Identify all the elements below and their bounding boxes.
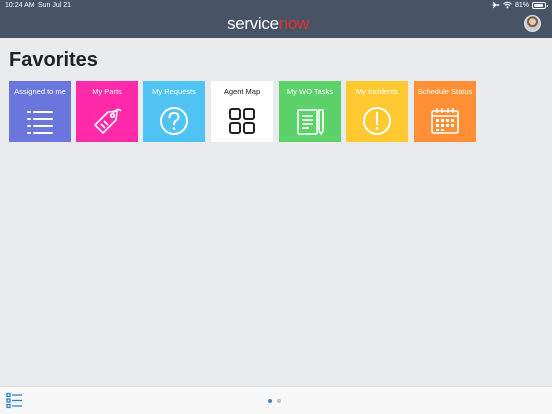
list-menu-icon[interactable] bbox=[6, 392, 23, 409]
tile-my-parts[interactable]: My Parts bbox=[76, 81, 138, 142]
page-indicator-dot[interactable] bbox=[277, 399, 281, 403]
question-icon bbox=[160, 107, 188, 135]
battery-percent: 81% bbox=[514, 1, 529, 9]
user-avatar[interactable] bbox=[524, 15, 541, 32]
page-title: Favorites bbox=[9, 49, 98, 71]
tile-label: Agent Map bbox=[223, 87, 261, 96]
status-bar: 10:24 AM Sun Jul 21 81% bbox=[0, 0, 552, 12]
document-icon bbox=[297, 109, 324, 136]
list-icon bbox=[27, 111, 53, 134]
wifi-icon bbox=[503, 1, 512, 9]
tile-agent-map[interactable]: Agent Map bbox=[211, 81, 273, 142]
servicenow-logo: servicenow bbox=[227, 14, 309, 34]
airplane-icon bbox=[490, 1, 500, 9]
bottom-bar bbox=[0, 386, 552, 414]
tile-label: My Parts bbox=[92, 87, 122, 96]
tile-label: Assigned to me bbox=[14, 87, 66, 96]
logo-text-now: now bbox=[278, 14, 310, 33]
grid-icon bbox=[229, 108, 255, 134]
tile-label: My Requests bbox=[152, 87, 196, 96]
battery-icon bbox=[532, 1, 548, 9]
tile-my-requests[interactable]: My Requests bbox=[143, 81, 205, 142]
page-indicator-dot-active[interactable] bbox=[268, 399, 272, 403]
tag-icon bbox=[94, 108, 122, 134]
tile-assigned-to-me[interactable]: Assigned to me bbox=[9, 81, 71, 142]
alert-icon bbox=[363, 107, 391, 135]
calendar-icon bbox=[431, 108, 459, 134]
tile-schedule-status[interactable]: Schedule Status bbox=[414, 81, 476, 142]
tile-my-wo-tasks[interactable]: My WO Tasks bbox=[279, 81, 341, 142]
status-date: Sun Jul 21 bbox=[38, 2, 72, 9]
top-bar: 10:24 AM Sun Jul 21 81% servicenow bbox=[0, 0, 552, 38]
logo-text-service: service bbox=[227, 14, 279, 33]
tile-label: My WO Tasks bbox=[286, 87, 334, 96]
tile-label: My Incidents bbox=[355, 87, 399, 96]
tile-label: Schedule Status bbox=[417, 87, 473, 96]
status-time: 10:24 AM bbox=[5, 2, 35, 9]
tile-my-incidents[interactable]: My Incidents bbox=[346, 81, 408, 142]
